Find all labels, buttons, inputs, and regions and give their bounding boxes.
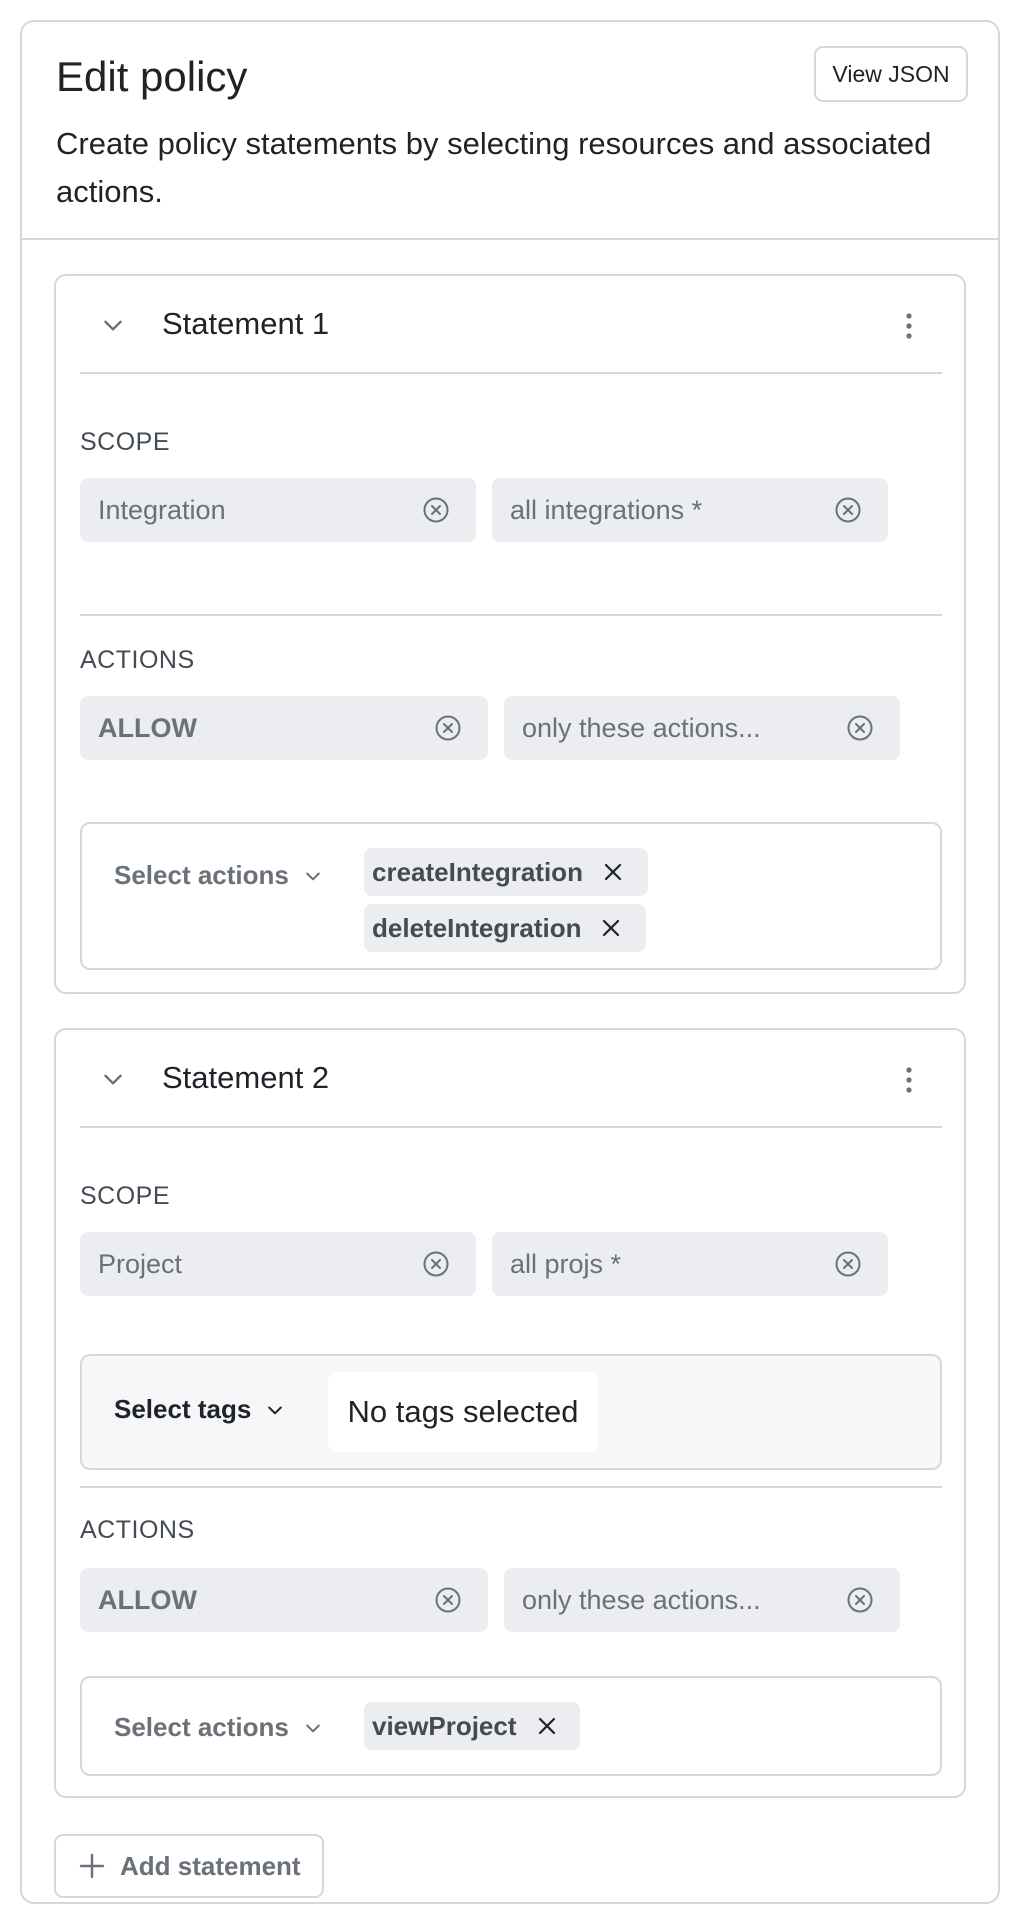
select-tags-dropdown[interactable]: Select tags xyxy=(114,1394,285,1425)
circle-x-icon[interactable] xyxy=(434,1586,462,1614)
action-chip: createIntegration xyxy=(364,848,648,896)
actions-mode-value: only these actions... xyxy=(522,712,761,743)
statement-title: Statement 2 xyxy=(162,1060,330,1095)
circle-x-icon[interactable] xyxy=(422,1250,450,1278)
action-chip-label: viewProject xyxy=(372,1710,517,1741)
select-tags-label: Select tags xyxy=(114,1394,252,1424)
scope-target-select[interactable]: all integrations * xyxy=(492,478,888,542)
effect-value: ALLOW xyxy=(98,1584,197,1615)
chevron-down-icon xyxy=(306,1724,320,1732)
page-title: Edit policy xyxy=(56,53,248,100)
scope-target-value: all projs * xyxy=(510,1248,622,1279)
circle-x-icon[interactable] xyxy=(834,496,862,524)
more-vertical-icon[interactable] xyxy=(904,1066,914,1094)
scope-target-value: all integrations * xyxy=(510,494,703,525)
actions-mode-value: only these actions... xyxy=(522,1584,761,1615)
circle-x-icon[interactable] xyxy=(846,714,874,742)
scope-target-select[interactable]: all projs * xyxy=(492,1232,888,1296)
actions-box: Select actions viewProject xyxy=(80,1676,942,1776)
actions-box: Select actions createIntegration deleteI… xyxy=(80,822,942,970)
statement-header: Statement 2 xyxy=(80,1030,942,1128)
x-icon[interactable] xyxy=(601,918,621,938)
circle-x-icon[interactable] xyxy=(434,714,462,742)
card-header: Edit policy View JSON Create policy stat… xyxy=(22,22,998,240)
select-actions-label: Select actions xyxy=(114,860,289,890)
actions-mode-select[interactable]: only these actions... xyxy=(504,696,900,760)
chevron-down-icon xyxy=(268,1406,283,1414)
statement-card-1: Statement 1 SCOPE Integration all integr… xyxy=(54,274,966,994)
circle-x-icon[interactable] xyxy=(422,496,450,524)
action-chip-label: createIntegration xyxy=(372,856,583,887)
scope-resource-select[interactable]: Integration xyxy=(80,478,476,542)
chevron-down-icon xyxy=(306,872,320,880)
more-vertical-icon[interactable] xyxy=(904,312,914,340)
actions-label: ACTIONS xyxy=(80,646,195,674)
scope-resource-select[interactable]: Project xyxy=(80,1232,476,1296)
edit-policy-card: Edit policy View JSON Create policy stat… xyxy=(20,20,1000,1904)
scope-resource-value: Project xyxy=(98,1248,183,1279)
x-icon[interactable] xyxy=(537,1716,557,1736)
x-icon[interactable] xyxy=(603,862,623,882)
actions-label: ACTIONS xyxy=(80,1516,195,1544)
page-description: Create policy statements by selecting re… xyxy=(56,126,932,209)
scope-label: SCOPE xyxy=(80,1182,171,1210)
section-divider xyxy=(80,614,942,616)
select-actions-dropdown[interactable]: Select actions xyxy=(114,860,323,891)
action-chip: viewProject xyxy=(364,1702,580,1750)
view-json-button[interactable]: View JSON xyxy=(814,46,968,102)
effect-value: ALLOW xyxy=(98,712,197,743)
tags-box: Select tags No tags selected xyxy=(80,1354,942,1470)
actions-mode-select[interactable]: only these actions... xyxy=(504,1568,900,1632)
chevron-down-icon[interactable] xyxy=(100,1066,126,1092)
statement-card-2: Statement 2 SCOPE Project all projs * Se… xyxy=(54,1028,966,1798)
action-chip: deleteIntegration xyxy=(364,904,646,952)
circle-x-icon[interactable] xyxy=(846,1586,874,1614)
scope-resource-value: Integration xyxy=(98,494,226,525)
effect-select[interactable]: ALLOW xyxy=(80,696,488,760)
add-statement-button[interactable]: Add statement xyxy=(54,1834,324,1898)
effect-select[interactable]: ALLOW xyxy=(80,1568,488,1632)
statement-header: Statement 1 xyxy=(80,276,942,374)
circle-x-icon[interactable] xyxy=(834,1250,862,1278)
select-actions-label: Select actions xyxy=(114,1712,289,1742)
no-tags-placeholder: No tags selected xyxy=(328,1372,598,1452)
select-actions-dropdown[interactable]: Select actions xyxy=(114,1712,323,1743)
plus-icon xyxy=(79,1853,105,1879)
statement-title: Statement 1 xyxy=(162,306,330,341)
scope-label: SCOPE xyxy=(80,428,171,456)
section-divider xyxy=(80,1486,942,1488)
action-chip-label: deleteIntegration xyxy=(372,912,582,943)
chevron-down-icon[interactable] xyxy=(100,312,126,338)
add-statement-label: Add statement xyxy=(120,1850,301,1881)
